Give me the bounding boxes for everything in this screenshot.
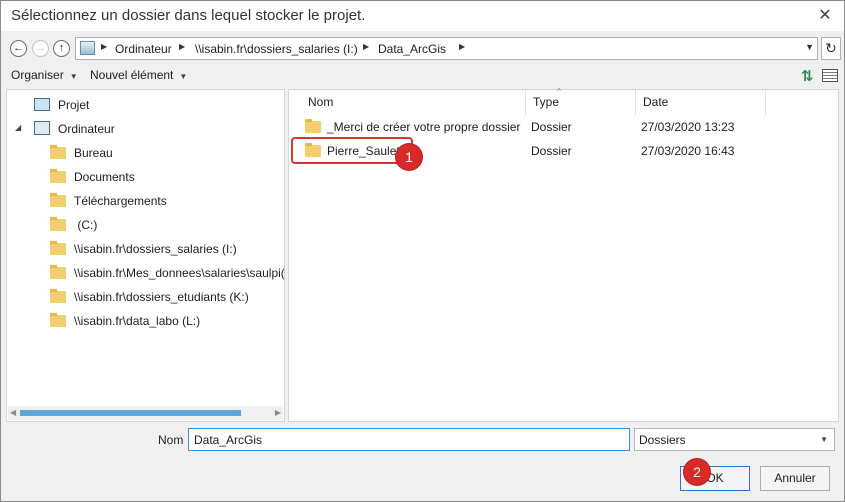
- table-row[interactable]: _Merci de créer votre propre dossier Dos…: [290, 116, 838, 138]
- folder-icon: [305, 119, 321, 133]
- forward-arrow-icon[interactable]: →: [32, 40, 49, 57]
- file-type: Dossier: [531, 144, 572, 158]
- breadcrumb-separator-icon[interactable]: ▶: [179, 42, 185, 51]
- scrollbar-thumb[interactable]: [20, 410, 241, 416]
- folder-icon: [50, 193, 66, 207]
- tree-item-ordinateur[interactable]: ◢ Ordinateur: [7, 118, 284, 140]
- close-icon[interactable]: ✕: [814, 6, 836, 26]
- sort-icon[interactable]: ⇅: [801, 67, 814, 85]
- highlight-box: [291, 137, 413, 164]
- folder-icon: [50, 145, 66, 159]
- name-label: Nom: [158, 433, 184, 447]
- address-dropdown-icon[interactable]: ▼: [805, 42, 814, 52]
- folder-icon: [50, 289, 66, 303]
- type-filter-value: Dossiers: [639, 433, 686, 447]
- tree-item-projet[interactable]: Projet: [7, 94, 284, 116]
- column-label: Type: [533, 95, 560, 109]
- breadcrumb-data-arcgis[interactable]: Data_ArcGis: [378, 42, 446, 56]
- new-item-menu-button[interactable]: Nouvel élément ▼: [90, 68, 187, 82]
- breadcrumb-ordinateur[interactable]: Ordinateur: [115, 42, 172, 56]
- navigation-tree: Projet ◢ Ordinateur Bureau Documents Tél…: [6, 89, 285, 422]
- tree-item-label: Bureau: [74, 146, 113, 160]
- tree-item-label: \\isabin.fr\dossiers_salaries (I:): [74, 242, 237, 256]
- tree-item-drive-i[interactable]: \\isabin.fr\dossiers_salaries (I:): [7, 238, 284, 260]
- title-bar: Sélectionnez un dossier dans lequel stoc…: [1, 1, 844, 31]
- tree-item-documents[interactable]: Documents: [7, 166, 284, 188]
- tree-item-label: (C:): [74, 218, 98, 232]
- tree-item-mes-donnees[interactable]: \\isabin.fr\Mes_donnees\salaries\saulpi(: [7, 262, 284, 284]
- tree-item-label: Documents: [74, 170, 135, 184]
- new-item-label: Nouvel élément: [90, 68, 174, 82]
- file-type: Dossier: [531, 120, 572, 134]
- folder-icon: [50, 217, 66, 231]
- column-label: Nom: [308, 95, 334, 109]
- tree-item-telechargements[interactable]: Téléchargements: [7, 190, 284, 212]
- folder-name-input[interactable]: [188, 428, 630, 451]
- file-date: 27/03/2020 13:23: [641, 120, 735, 134]
- folder-icon: [50, 265, 66, 279]
- tree-item-drive-l[interactable]: \\isabin.fr\data_labo (L:): [7, 310, 284, 332]
- dialog-title: Sélectionnez un dossier dans lequel stoc…: [11, 7, 366, 24]
- file-name: _Merci de créer votre propre dossier: [327, 120, 521, 134]
- step-badge-2: 2: [684, 459, 710, 485]
- scroll-left-icon[interactable]: ◀: [10, 408, 16, 417]
- tree-item-label: \\isabin.fr\data_labo (L:): [74, 314, 201, 328]
- file-date: 27/03/2020 16:43: [641, 144, 735, 158]
- breadcrumb-separator-icon[interactable]: ▶: [459, 42, 465, 51]
- toolbar: Organiser ▼ Nouvel élément ▼ ⇅: [1, 64, 844, 88]
- refresh-icon[interactable]: ↻: [821, 37, 841, 60]
- column-header-date[interactable]: Date: [636, 90, 766, 115]
- back-arrow-icon[interactable]: ←: [10, 40, 27, 57]
- address-bar[interactable]: ▶ Ordinateur ▶ \\isabin.fr\dossiers_sala…: [75, 37, 818, 60]
- organize-label: Organiser: [11, 68, 64, 82]
- column-header-type[interactable]: Type: [526, 90, 636, 115]
- folder-icon: [50, 313, 66, 327]
- location-icon: [80, 41, 95, 55]
- breadcrumb-dossiers-salaries[interactable]: \\isabin.fr\dossiers_salaries (I:): [195, 42, 358, 56]
- project-icon: [34, 98, 50, 111]
- column-header-name[interactable]: Nom: [301, 90, 526, 115]
- organize-menu-button[interactable]: Organiser ▼: [11, 68, 78, 82]
- folder-icon: [50, 169, 66, 183]
- up-arrow-icon[interactable]: ↑: [53, 40, 70, 57]
- tree-item-bureau[interactable]: Bureau: [7, 142, 284, 164]
- expander-icon[interactable]: ◢: [15, 123, 21, 132]
- tree-item-label: \\isabin.fr\Mes_donnees\salaries\saulpi(: [74, 266, 284, 280]
- tree-item-label: Téléchargements: [74, 194, 167, 208]
- tree-item-label: Ordinateur: [58, 122, 115, 136]
- chevron-down-icon: ▼: [69, 72, 78, 81]
- breadcrumb-separator-icon[interactable]: ▶: [363, 42, 369, 51]
- tree-item-label: Projet: [58, 98, 90, 112]
- horizontal-scrollbar[interactable]: ◀ ▶: [8, 406, 283, 420]
- folder-icon: [50, 241, 66, 255]
- computer-icon: [34, 121, 50, 135]
- tree-item-drive-k[interactable]: \\isabin.fr\dossiers_etudiants (K:): [7, 286, 284, 308]
- chevron-down-icon: ▼: [820, 435, 828, 444]
- tree-item-drive-c[interactable]: (C:): [7, 214, 284, 236]
- chevron-down-icon: ▼: [179, 72, 188, 81]
- folder-picker-dialog: Sélectionnez un dossier dans lequel stoc…: [0, 0, 845, 502]
- type-filter-select[interactable]: Dossiers ▼: [634, 428, 835, 451]
- breadcrumb-separator-icon[interactable]: ▶: [101, 42, 107, 51]
- scroll-right-icon[interactable]: ▶: [275, 408, 281, 417]
- navigation-bar: ← → ↑ ▶ Ordinateur ▶ \\isabin.fr\dossier…: [1, 32, 844, 64]
- cancel-button[interactable]: Annuler: [760, 466, 830, 491]
- step-badge-1: 1: [396, 144, 422, 170]
- column-label: Date: [643, 95, 669, 109]
- tree-item-label: \\isabin.fr\dossiers_etudiants (K:): [74, 290, 249, 304]
- view-options-icon[interactable]: [822, 69, 838, 82]
